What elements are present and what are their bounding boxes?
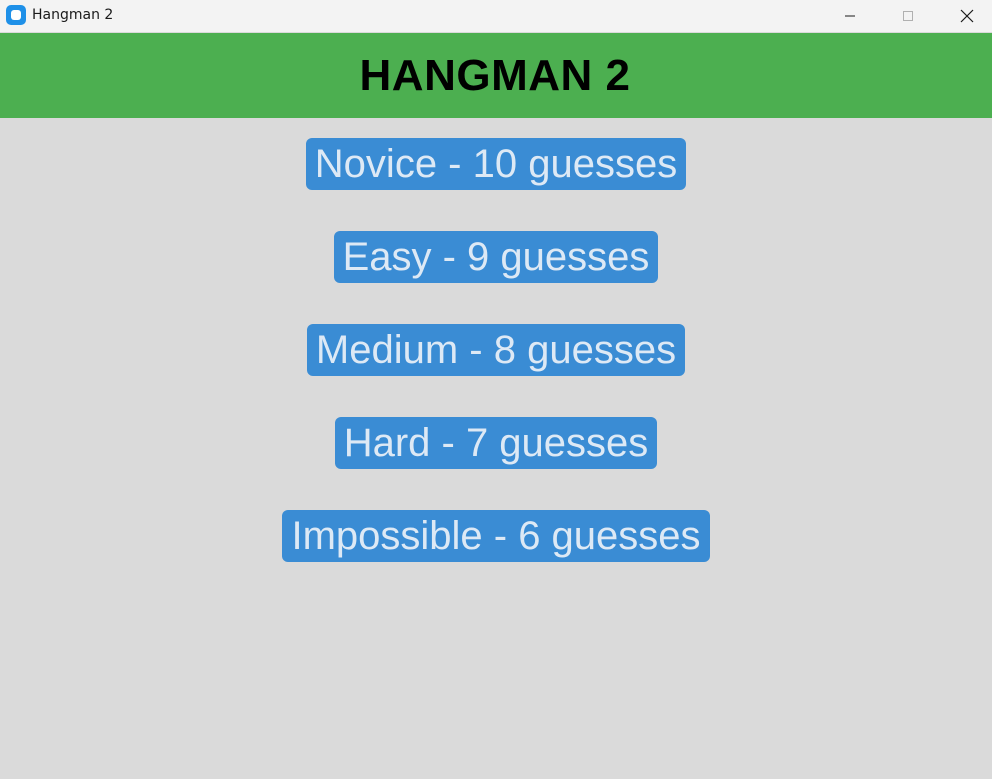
hard-button[interactable]: Hard - 7 guesses [334, 417, 658, 469]
difficulty-menu: Novice - 10 guesses Easy - 9 guesses Med… [0, 138, 992, 603]
header-banner: HANGMAN 2 [0, 33, 992, 118]
impossible-button[interactable]: Impossible - 6 guesses [282, 510, 710, 562]
close-button[interactable] [938, 0, 992, 32]
maximize-button[interactable] [879, 0, 937, 32]
minimize-icon [845, 15, 855, 17]
title-bar[interactable]: Hangman 2 [0, 0, 992, 32]
maximize-icon [903, 11, 913, 21]
page-title: HANGMAN 2 [359, 50, 631, 100]
minimize-button[interactable] [821, 0, 879, 32]
app-icon [6, 5, 26, 25]
novice-button[interactable]: Novice - 10 guesses [305, 138, 687, 190]
app-window: Hangman 2 HANGMAN 2 Novice - 10 guesses … [0, 0, 992, 779]
easy-button[interactable]: Easy - 9 guesses [333, 231, 659, 283]
window-title: Hangman 2 [32, 7, 114, 23]
medium-button[interactable]: Medium - 8 guesses [306, 324, 686, 376]
close-icon [960, 9, 974, 23]
